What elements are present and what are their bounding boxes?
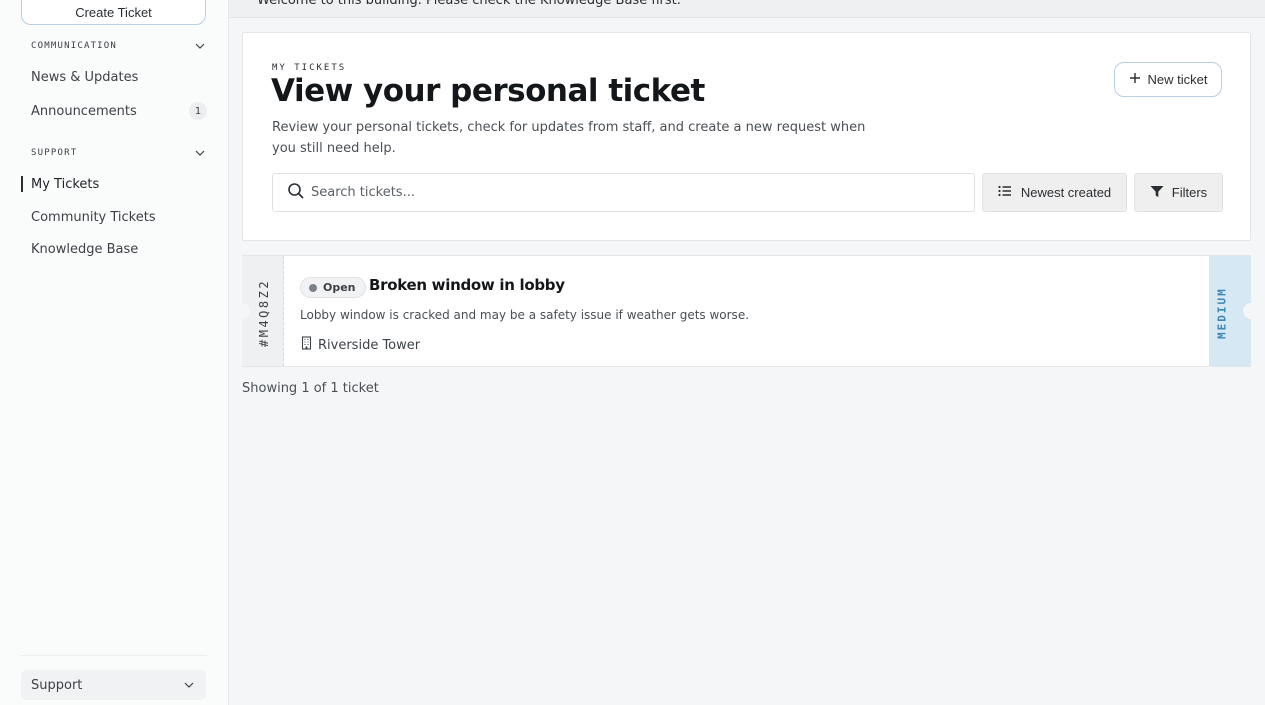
plus-icon (1129, 72, 1141, 87)
building-icon (300, 336, 313, 354)
sidebar-item-label: Knowledge Base (31, 241, 139, 257)
sidebar-item-label: Community Tickets (31, 209, 156, 225)
sidebar-item-my-tickets[interactable]: My Tickets (31, 173, 207, 195)
list-icon (998, 185, 1012, 200)
sidebar-item-announcements[interactable]: Announcements 1 (31, 100, 207, 122)
sort-button[interactable]: Newest created (982, 173, 1127, 212)
chevron-down-icon (193, 39, 207, 53)
sort-label: Newest created (1020, 185, 1112, 200)
sidebar-item-label: My Tickets (31, 176, 100, 192)
chevron-down-icon (182, 678, 196, 692)
search-box (272, 173, 975, 212)
page-header: MY TICKETS View your personal ticket Rev… (242, 32, 1251, 241)
filters-button[interactable]: Filters (1134, 173, 1223, 212)
section-label: SUPPORT (31, 148, 78, 158)
new-ticket-label: New ticket (1147, 72, 1208, 87)
welcome-banner: Welcome to this building. Please check t… (229, 0, 1265, 18)
ticket-notch (234, 303, 250, 319)
status-label: Open (323, 281, 356, 294)
section-label: COMMUNICATION (31, 41, 118, 51)
section-header-support[interactable]: SUPPORT (31, 146, 207, 160)
priority-stub: MEDIUM (1209, 256, 1259, 366)
create-ticket-button[interactable]: Create Ticket (21, 0, 206, 25)
support-select-value: Support (31, 677, 83, 693)
search-input[interactable] (311, 185, 951, 200)
new-ticket-button[interactable]: New ticket (1114, 62, 1222, 97)
sidebar-item-community-tickets[interactable]: Community Tickets (31, 206, 207, 228)
ticket-id: #M4Q8Z2 (257, 278, 271, 348)
filters-label: Filters (1171, 185, 1208, 200)
page-eyebrow: MY TICKETS (272, 63, 347, 73)
search-icon (287, 182, 305, 204)
status-dot-icon (309, 283, 317, 292)
divider (21, 655, 207, 656)
sidebar-item-knowledge-base[interactable]: Knowledge Base (31, 238, 207, 260)
ticket-id-stub: #M4Q8Z2 (234, 256, 284, 366)
sidebar: Create Ticket COMMUNICATION News & Updat… (0, 0, 229, 705)
ticket-location: Riverside Tower (300, 336, 420, 354)
count-badge: 1 (189, 102, 207, 120)
sidebar-item-label: News & Updates (31, 69, 139, 85)
ticket-card[interactable]: #M4Q8Z2 Open Broken window in lobby Lobb… (234, 255, 1259, 367)
ticket-title[interactable]: Broken window in lobby (369, 276, 565, 294)
support-select[interactable]: Support (21, 670, 206, 700)
sidebar-item-news-updates[interactable]: News & Updates (31, 66, 207, 88)
ticket-notch (1243, 303, 1259, 319)
page-title: View your personal ticket (271, 73, 705, 109)
filter-icon (1150, 185, 1164, 201)
active-indicator (21, 176, 23, 192)
section-header-communication[interactable]: COMMUNICATION (31, 39, 207, 53)
banner-text: Welcome to this building. Please check t… (257, 0, 681, 8)
priority-label: MEDIUM (1215, 287, 1229, 339)
location-label: Riverside Tower (318, 337, 421, 353)
status-badge: Open (300, 277, 366, 298)
page-description: Review your personal tickets, check for … (272, 120, 866, 156)
chevron-down-icon (193, 146, 207, 160)
ticket-description: Lobby window is cracked and may be a saf… (300, 308, 750, 322)
results-count: Showing 1 of 1 ticket (242, 381, 379, 396)
sidebar-item-label: Announcements (31, 103, 137, 119)
